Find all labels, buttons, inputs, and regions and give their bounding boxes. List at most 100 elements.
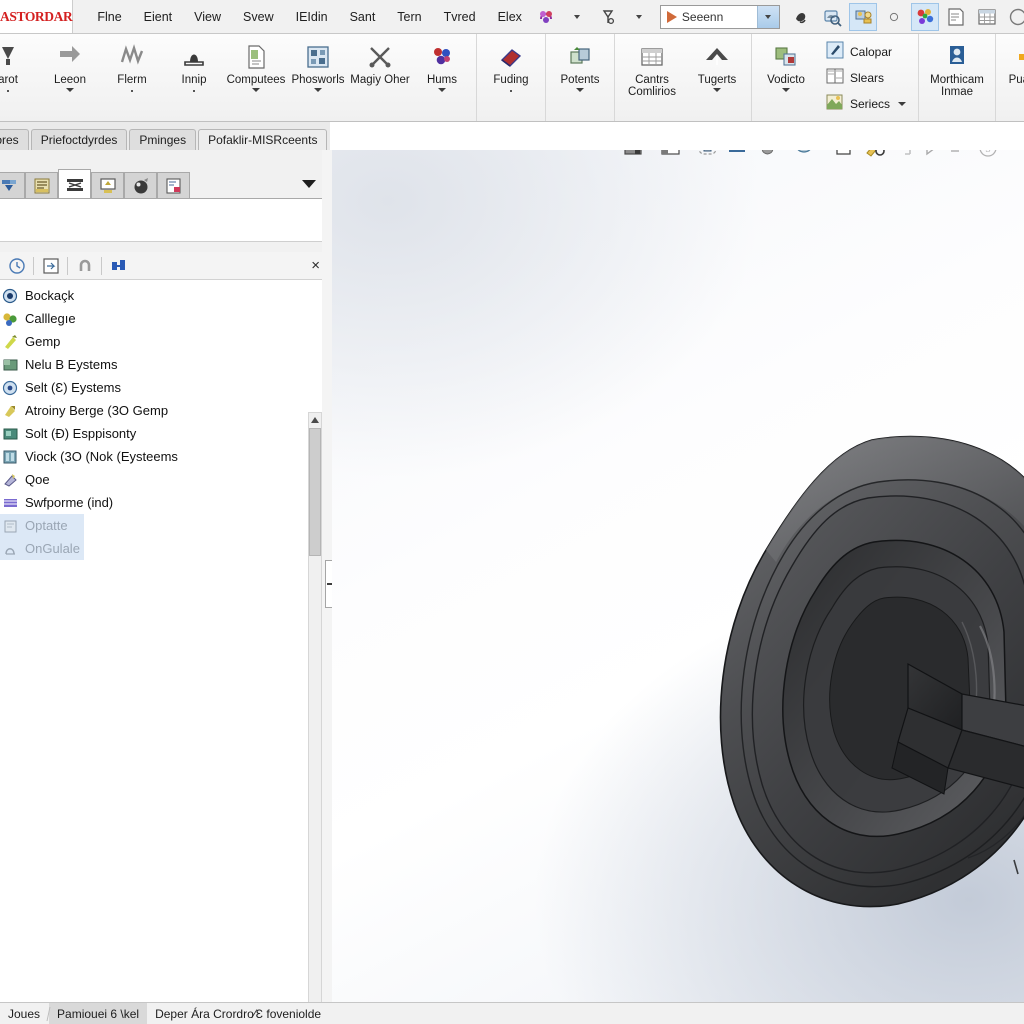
- configuration-manager-tab[interactable]: [58, 169, 91, 199]
- tree-node-5[interactable]: Atroiny Berge (3O Gemp: [0, 399, 310, 422]
- tree-node-10[interactable]: Optatte: [0, 514, 84, 537]
- tree-vertical-scrollbar[interactable]: [308, 412, 322, 1024]
- chevron-down-icon[interactable]: [898, 101, 907, 106]
- tab-2[interactable]: Pminges: [129, 129, 197, 150]
- search-help-icon[interactable]: [818, 3, 846, 31]
- ribbon-button-leeon[interactable]: Leeon: [39, 34, 101, 121]
- hide-show-items-button[interactable]: [694, 150, 722, 163]
- property-manager-tab[interactable]: [25, 172, 58, 199]
- svg-text:S: S: [985, 150, 991, 155]
- tab-0[interactable]: tores: [0, 129, 29, 150]
- ribbon-small-calopar[interactable]: Calopar: [823, 39, 909, 65]
- marker-caret[interactable]: [438, 88, 446, 92]
- ribbon-button-potents[interactable]: Potents: [549, 34, 611, 121]
- menu-item-5[interactable]: Sant: [340, 6, 386, 28]
- menu-item-0[interactable]: Flne: [87, 6, 131, 28]
- ribbon-button-fuding[interactable]: Fuding: [480, 34, 542, 121]
- menu-item-2[interactable]: View: [184, 6, 231, 28]
- rebuild-icon[interactable]: [532, 3, 560, 31]
- magnet-button[interactable]: [68, 253, 101, 279]
- tree-node-0[interactable]: Bockaçk: [0, 284, 310, 307]
- tree-node-4[interactable]: Selt (Ɛ) Eystems: [0, 376, 310, 399]
- ribbon-button-label: Leeon: [54, 74, 86, 86]
- play-button[interactable]: [918, 150, 942, 163]
- cad-part-model[interactable]: [662, 412, 1024, 932]
- menu-item-7[interactable]: Tvred: [434, 6, 486, 28]
- ribbon-button-vodicto[interactable]: Vodicto: [755, 34, 817, 121]
- tree-node-2[interactable]: Gemp: [0, 330, 310, 353]
- flyout-button[interactable]: [34, 253, 67, 279]
- ribbon-button-phosworls[interactable]: Phosworls: [287, 34, 349, 121]
- ribbon-button-morthicam[interactable]: Morthicam Inmae: [922, 34, 992, 121]
- search-input[interactable]: Seeenn: [659, 4, 780, 29]
- tree-node-6[interactable]: Solt (Đ) Esppisonty: [0, 422, 310, 445]
- marker-caret[interactable]: [252, 88, 260, 92]
- marker-caret[interactable]: [66, 88, 74, 92]
- zoom-to-fit-button[interactable]: [892, 150, 916, 163]
- display-style-button[interactable]: [657, 150, 692, 163]
- measure-button[interactable]: [944, 150, 972, 163]
- filter-button[interactable]: [102, 253, 135, 279]
- appearance-tab[interactable]: [124, 172, 157, 199]
- tree-node-7[interactable]: Viock (3O (Nok (Eysteems: [0, 445, 310, 468]
- tab-1[interactable]: Priefoctdyrdes: [30, 129, 128, 150]
- table-icon[interactable]: [973, 3, 1001, 31]
- ribbon-small-slears[interactable]: Slears: [823, 65, 909, 91]
- ribbon-button-magiy-oher[interactable]: Magiy Oher: [349, 34, 411, 121]
- marker-caret[interactable]: [576, 88, 584, 92]
- scrollbar-thumb[interactable]: [309, 428, 321, 556]
- tree-node-11[interactable]: OnGulale: [0, 537, 84, 560]
- display-manager-tab[interactable]: [91, 172, 124, 199]
- ribbon-button-computees[interactable]: Computees: [225, 34, 287, 121]
- molecule-icon: [427, 40, 457, 74]
- panel-splitter[interactable]: [322, 150, 339, 1002]
- menu-item-6[interactable]: Tern: [387, 6, 431, 28]
- user-account-icon[interactable]: [848, 2, 877, 31]
- ribbon-button-innip[interactable]: Innip: [163, 34, 225, 121]
- panel-dropdown-icon[interactable]: [302, 180, 316, 188]
- edit-appearance-button[interactable]: [724, 150, 752, 163]
- rebuild-dropdown-icon[interactable]: [563, 3, 591, 31]
- ribbon-button-tugerts[interactable]: Tugerts: [686, 34, 748, 121]
- tab-3[interactable]: Pofaklir-MISRceents: [198, 129, 328, 150]
- tree-node-9[interactable]: Swfporme (ind): [0, 491, 310, 514]
- colorful-tools-icon[interactable]: [910, 2, 939, 31]
- ribbon-button-puabtorl[interactable]: Puabtorl: [999, 34, 1024, 121]
- tree-node-3[interactable]: Nelu B Eystems: [0, 353, 310, 376]
- currency-button[interactable]: S: [974, 150, 1002, 163]
- menu-item-4[interactable]: IEIdin: [286, 6, 338, 28]
- magnifier-button[interactable]: [860, 150, 890, 163]
- ribbon-button-hums[interactable]: Hums: [411, 34, 473, 121]
- close-icon[interactable]: ×: [311, 257, 320, 274]
- view-orientation-button[interactable]: [620, 150, 655, 163]
- marker-caret[interactable]: [314, 88, 322, 92]
- ribbon-button-arot[interactable]: arot: [0, 34, 39, 121]
- section-view-button[interactable]: [830, 150, 858, 163]
- history-button[interactable]: [0, 253, 33, 279]
- apply-scene-button[interactable]: [754, 150, 789, 163]
- user-dropdown-icon[interactable]: [880, 3, 908, 31]
- feature-manager-tab[interactable]: [0, 172, 25, 199]
- options-dropdown-icon[interactable]: [625, 3, 653, 31]
- ribbon-small-seriecs[interactable]: Seriecs: [823, 91, 909, 117]
- scroll-up-icon[interactable]: [309, 413, 321, 427]
- view-settings-button[interactable]: [791, 150, 828, 163]
- graphics-viewport[interactable]: S: [332, 150, 1024, 1002]
- options-icon[interactable]: [594, 3, 622, 31]
- search-dropdown-icon[interactable]: [756, 5, 779, 28]
- menu-item-3[interactable]: Svew: [233, 6, 284, 28]
- ribbon-button-flerm[interactable]: Flerm: [101, 34, 163, 121]
- ribbon-button-label: Potents: [560, 74, 600, 86]
- menu-item-1[interactable]: Eient: [134, 6, 183, 28]
- marker-caret[interactable]: [713, 88, 721, 92]
- menu-item-8[interactable]: Elex: [488, 6, 532, 28]
- dimxpert-tab[interactable]: [157, 172, 190, 199]
- ribbon-button-cantrs[interactable]: Cantrs Comlirios: [618, 34, 686, 121]
- marker-caret[interactable]: [782, 88, 790, 92]
- document-icon[interactable]: [942, 3, 970, 31]
- tree-node-label: Qoe: [25, 472, 50, 487]
- circle-icon[interactable]: [1004, 3, 1024, 31]
- help-icon[interactable]: [787, 3, 815, 31]
- tree-node-8[interactable]: Qoe: [0, 468, 310, 491]
- tree-node-1[interactable]: Calllegıe: [0, 307, 310, 330]
